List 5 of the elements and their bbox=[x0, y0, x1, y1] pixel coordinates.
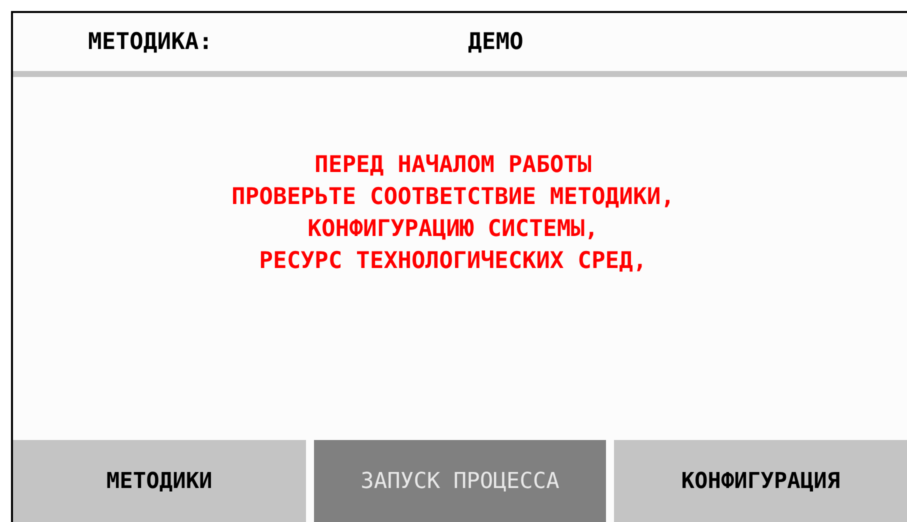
menu-button[interactable]: МЕТОДИКИ bbox=[13, 440, 306, 522]
warning-message: ПЕРЕД НАЧАЛОМ РАБОТЫ ПРОВЕРЬТЕ СООТВЕТСТВИЕ МЕТОДИКИ, КОНФИГУРАЦИЮ СИСТЕМЫ, РЕСУРС ТЕХНОЛОГИЧЕСКИХ СРЕД, bbox=[231, 151, 675, 276]
method-value: ДЕМО bbox=[468, 28, 524, 57]
menu-button[interactable]: КОНФИГУРАЦИЯ bbox=[614, 440, 907, 522]
method-label: МЕТОДИКА: bbox=[88, 28, 214, 57]
